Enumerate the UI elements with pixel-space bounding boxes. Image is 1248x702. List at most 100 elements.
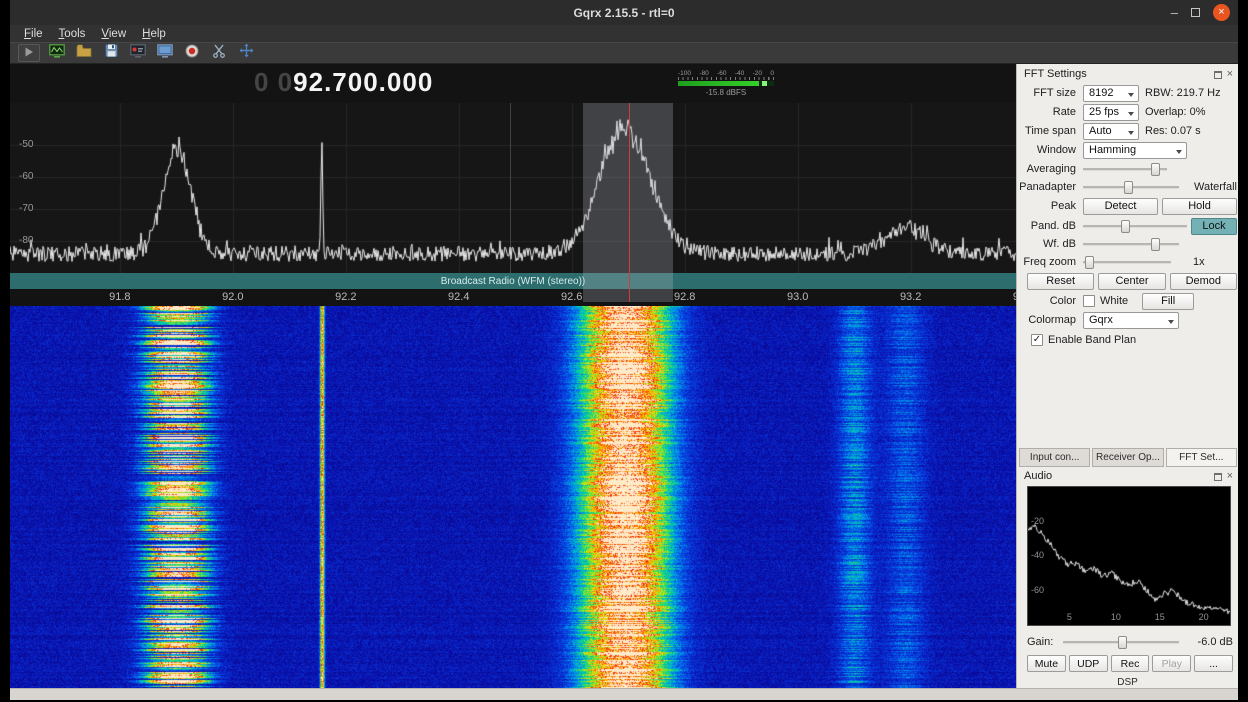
view-buttons-row: Reset Center Demod	[1019, 272, 1237, 290]
dock-tab-0[interactable]: Input con...	[1019, 448, 1090, 467]
menu-file[interactable]: File	[16, 27, 51, 41]
audio-udp-button[interactable]: UDP	[1069, 655, 1108, 672]
record-audio-button[interactable]	[182, 44, 202, 62]
maximize-icon[interactable]	[1191, 8, 1200, 17]
rate-row: Rate 25 fps Overlap: 0%	[1019, 103, 1237, 121]
titlebar[interactable]: Gqrx 2.15.5 - rtl=0 – ×	[10, 0, 1238, 25]
frequency-axis: 91.892.092.292.492.692.893.093.293.4	[10, 289, 1016, 306]
freq-zoom-slider[interactable]	[1083, 255, 1171, 270]
panadapter-slider[interactable]	[1083, 180, 1179, 195]
close-icon[interactable]: ×	[1213, 4, 1230, 21]
tuning-line[interactable]	[629, 103, 630, 302]
fft-dock-icons: ×	[1214, 70, 1233, 79]
pan-zoom-button[interactable]	[236, 44, 256, 62]
reset-button[interactable]: Reset	[1027, 273, 1094, 290]
rate-combo[interactable]: 25 fps	[1083, 104, 1139, 121]
frequency-display[interactable]: 0 092.700.000	[254, 67, 433, 98]
averaging-label: Averaging	[1019, 163, 1083, 175]
colormap-row: Colormap Gqrx	[1019, 311, 1237, 329]
rate-label: Rate	[1019, 106, 1083, 118]
gain-label: Gain:	[1027, 636, 1063, 648]
panadapter: Broadcast Radio (WFM (stereo)) 91.892.09…	[10, 103, 1016, 306]
wf-db-slider[interactable]	[1083, 237, 1179, 252]
window-combo[interactable]: Hamming	[1083, 142, 1187, 159]
float-icon[interactable]	[1214, 473, 1222, 481]
window-title: Gqrx 2.15.5 - rtl=0	[573, 6, 674, 20]
lock-button[interactable]: Lock	[1191, 218, 1237, 235]
pand-db-row: Pand. dB Lock	[1019, 217, 1237, 235]
window-label: Window	[1019, 144, 1083, 156]
iq-display-button[interactable]	[47, 44, 67, 62]
audio-gain-slider[interactable]	[1063, 635, 1179, 650]
time-span-combo[interactable]: Auto	[1083, 123, 1139, 140]
demod-label: Demod	[1186, 275, 1221, 287]
white-checkbox[interactable]	[1083, 295, 1095, 307]
hold-label: Hold	[1188, 200, 1211, 212]
audio-play-button: Play	[1152, 655, 1191, 672]
start-dsp-button[interactable]	[18, 44, 40, 62]
peak-hold-button[interactable]: Hold	[1162, 198, 1237, 215]
menu-tools[interactable]: Tools	[51, 27, 94, 41]
dock-tab-1[interactable]: Receiver Op...	[1092, 448, 1163, 467]
fft-size-combo[interactable]: 8192	[1083, 85, 1139, 102]
smeter-bar	[678, 81, 774, 86]
open-file-icon	[76, 44, 92, 62]
peak-detect-button[interactable]: Detect	[1083, 198, 1158, 215]
float-icon[interactable]	[1214, 71, 1222, 79]
fill-button[interactable]: Fill	[1142, 293, 1194, 310]
band-plan-row: Enable Band Plan	[1019, 331, 1237, 349]
panadapter-label: Panadapter	[1019, 181, 1083, 193]
play-icon	[24, 44, 34, 62]
smeter-tick-label: -40	[735, 70, 744, 77]
menu-view[interactable]: View	[93, 27, 134, 41]
audio-db-label: -40	[1031, 550, 1044, 560]
bandplan-label: Broadcast Radio (WFM (stereo))	[441, 276, 585, 287]
menu-help[interactable]: Help	[134, 27, 174, 41]
audio-db-label: -60	[1031, 585, 1044, 595]
time-span-label: Time span	[1019, 125, 1083, 137]
fft-settings-title: FFT Settings	[1024, 68, 1087, 80]
dock-close-icon[interactable]: ×	[1227, 70, 1233, 79]
dsp-label: DSP	[1017, 677, 1238, 688]
averaging-row: Averaging	[1019, 160, 1237, 178]
slider-handle[interactable]	[1151, 238, 1160, 251]
audio-rec-button[interactable]: Rec	[1111, 655, 1150, 672]
freq-axis-label: 92.4	[448, 291, 469, 303]
screenshot-button[interactable]	[155, 44, 175, 62]
slider-handle[interactable]	[1085, 256, 1094, 269]
screenshot-icon	[157, 44, 173, 63]
freq-axis-label: 93.0	[787, 291, 808, 303]
audio-more-button[interactable]: ...	[1194, 655, 1233, 672]
slider-handle[interactable]	[1151, 163, 1160, 176]
colormap-label: Colormap	[1019, 314, 1083, 326]
cut-button[interactable]	[209, 44, 229, 62]
minimize-icon[interactable]: –	[1171, 8, 1178, 17]
time-span-row: Time span Auto Res: 0.07 s	[1019, 122, 1237, 140]
colormap-combo[interactable]: Gqrx	[1083, 312, 1179, 329]
db-axis-label: -70	[19, 203, 33, 214]
waterfall-canvas[interactable]	[10, 306, 1016, 688]
pand-db-slider[interactable]	[1083, 219, 1187, 234]
demod-button[interactable]: Demod	[1170, 273, 1237, 290]
slider-handle[interactable]	[1124, 181, 1133, 194]
dock-close-icon[interactable]: ×	[1227, 472, 1233, 481]
smeter-tick-label: 0	[770, 70, 774, 77]
enable-band-plan-checkbox[interactable]	[1031, 334, 1043, 346]
window-controls: – ×	[1171, 0, 1230, 25]
db-axis-label: -50	[19, 139, 33, 150]
center-button[interactable]: Center	[1098, 273, 1165, 290]
averaging-slider[interactable]	[1083, 162, 1167, 177]
slider-handle[interactable]	[1118, 636, 1127, 649]
filter-overlay[interactable]	[583, 103, 673, 302]
detect-label: Detect	[1105, 200, 1137, 212]
main-area: 0 092.700.000 -100-80-60-40-200 -15.8 dB…	[10, 64, 1238, 688]
reset-label: Reset	[1046, 275, 1075, 287]
record-iq-button[interactable]	[128, 44, 148, 62]
waterfall-label: Waterfall	[1194, 181, 1237, 193]
dock-tab-2[interactable]: FFT Set...	[1166, 448, 1237, 467]
panadapter-canvas[interactable]	[10, 103, 1016, 273]
open-file-button[interactable]	[74, 44, 94, 62]
slider-handle[interactable]	[1121, 220, 1130, 233]
audio-mute-button[interactable]: Mute	[1027, 655, 1066, 672]
save-file-button[interactable]	[101, 44, 121, 62]
